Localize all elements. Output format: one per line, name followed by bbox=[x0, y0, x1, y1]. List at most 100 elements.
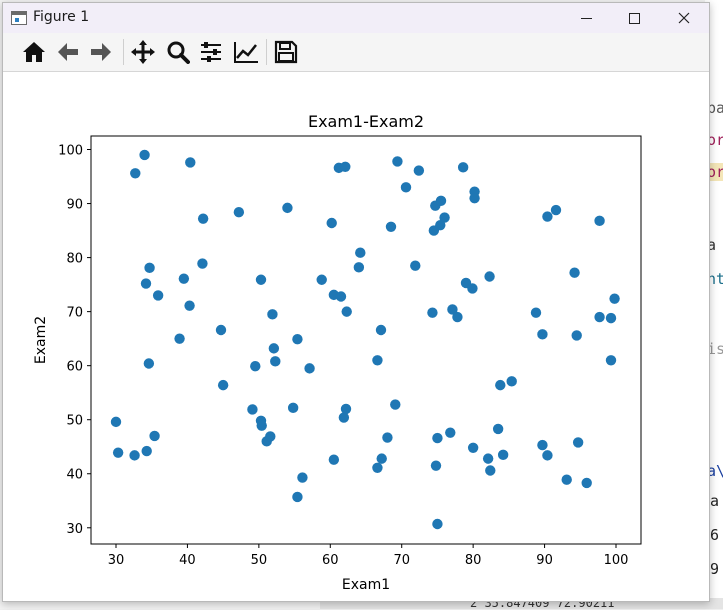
app-window-icon bbox=[11, 11, 27, 25]
scatter-point bbox=[537, 439, 548, 451]
y-axis-label: Exam2 bbox=[33, 316, 49, 364]
chart-title: Exam1-Exam2 bbox=[308, 112, 424, 131]
scatter-point bbox=[341, 306, 352, 317]
scatter-point bbox=[457, 162, 469, 173]
scatter-point bbox=[130, 168, 141, 179]
scatter-point bbox=[482, 453, 494, 464]
zoom-button[interactable] bbox=[163, 37, 193, 67]
scatter-point bbox=[375, 324, 387, 336]
scatter-point bbox=[267, 309, 278, 320]
scatter-point bbox=[467, 283, 478, 294]
maximize-icon bbox=[628, 12, 640, 24]
scatter-point bbox=[287, 402, 299, 414]
edit-axes-button[interactable] bbox=[231, 37, 261, 67]
scatter-point bbox=[297, 472, 308, 483]
scatter-point bbox=[410, 260, 421, 271]
scatter-point bbox=[542, 211, 553, 222]
back-arrow-icon bbox=[58, 43, 78, 61]
back-button[interactable] bbox=[53, 37, 83, 67]
minimize-button[interactable] bbox=[563, 3, 609, 33]
scatter-point bbox=[497, 449, 509, 461]
save-icon bbox=[274, 40, 298, 64]
configure-subplots-button[interactable] bbox=[196, 37, 226, 67]
scatter-point bbox=[184, 300, 195, 311]
scatter-point bbox=[392, 156, 403, 167]
scatter-point bbox=[467, 442, 479, 454]
scatter-point bbox=[485, 465, 496, 476]
scatter-point bbox=[594, 311, 605, 323]
background-code-fragment: 9 bbox=[710, 560, 720, 578]
scatter-point bbox=[256, 420, 267, 431]
scatter-point bbox=[376, 453, 387, 464]
forward-button[interactable] bbox=[86, 37, 116, 67]
scatter-point bbox=[247, 404, 258, 415]
scatter-point bbox=[432, 518, 443, 530]
scatter-point bbox=[435, 195, 447, 207]
scatter-point bbox=[338, 412, 350, 423]
scatter-point bbox=[233, 206, 245, 218]
x-axis: 30 40 50 60 70 80 90 100 bbox=[108, 544, 629, 568]
scatter-point bbox=[452, 311, 463, 323]
scatter-point bbox=[144, 262, 155, 274]
x-tick-label: 40 bbox=[179, 553, 196, 568]
x-tick-label: 80 bbox=[465, 553, 482, 568]
x-tick-label: 50 bbox=[251, 553, 268, 568]
window-title: Figure 1 bbox=[33, 9, 90, 25]
scatter-point bbox=[594, 215, 605, 227]
scatter-point bbox=[129, 450, 140, 461]
maximize-button[interactable] bbox=[611, 3, 657, 33]
pan-button[interactable] bbox=[128, 37, 158, 67]
y-tick-label: 80 bbox=[66, 252, 83, 267]
scatter-point bbox=[282, 202, 293, 214]
scatter-point bbox=[432, 432, 443, 444]
figure-canvas[interactable]: 30 40 50 60 70 80 90 100 30 40 50 60 70 80 90 100 Exam… bbox=[3, 72, 709, 601]
scatter-point bbox=[495, 379, 506, 391]
figure-window: Figure 1 30 40 50 60 70 80 90 100 30 40 … bbox=[2, 2, 710, 602]
x-axis-label: Exam1 bbox=[342, 577, 390, 593]
close-icon bbox=[678, 12, 690, 24]
scatter-chart: 30 40 50 60 70 80 90 100 30 40 50 60 70 80 90 100 Exam… bbox=[33, 112, 642, 593]
scatter-point bbox=[427, 307, 438, 318]
scatter-point bbox=[430, 460, 442, 471]
axes-edit-icon bbox=[234, 42, 258, 63]
scatter-point bbox=[340, 403, 352, 415]
home-button[interactable] bbox=[19, 37, 49, 67]
scatter-point bbox=[178, 273, 190, 284]
subplots-icon bbox=[201, 42, 221, 62]
scatter-point bbox=[217, 379, 229, 391]
pan-icon bbox=[131, 40, 155, 64]
scatter-point bbox=[197, 258, 208, 269]
scatter-point bbox=[316, 274, 327, 285]
y-tick-label: 70 bbox=[66, 306, 83, 321]
scatter-point bbox=[141, 445, 152, 457]
scatter-point bbox=[561, 474, 572, 485]
close-button[interactable] bbox=[661, 3, 707, 33]
scatter-point bbox=[385, 221, 397, 232]
scatter-point bbox=[581, 477, 592, 489]
scatter-point bbox=[143, 358, 155, 369]
scatter-point bbox=[215, 324, 227, 336]
scatter-point bbox=[140, 278, 152, 289]
x-tick-label: 100 bbox=[604, 553, 629, 568]
y-tick-label: 90 bbox=[66, 198, 83, 213]
x-tick-label: 90 bbox=[536, 553, 553, 568]
forward-arrow-icon bbox=[91, 43, 111, 61]
save-button[interactable] bbox=[271, 37, 301, 67]
scatter-point bbox=[390, 399, 401, 410]
scatter-point bbox=[550, 204, 562, 216]
scatter-point bbox=[265, 431, 276, 442]
title-bar[interactable]: Figure 1 bbox=[3, 3, 709, 33]
scatter-point bbox=[571, 330, 582, 341]
scatter-point bbox=[469, 192, 480, 204]
scatter-point bbox=[328, 454, 340, 465]
scatter-point bbox=[268, 343, 280, 354]
y-tick-label: 30 bbox=[66, 522, 83, 537]
scatter-point bbox=[355, 247, 366, 258]
scatter-point bbox=[152, 290, 164, 301]
minimize-icon bbox=[580, 17, 592, 19]
toolbar-separator bbox=[123, 39, 124, 65]
background-code-fragment: 6 bbox=[710, 526, 720, 544]
scatter-point bbox=[326, 217, 337, 229]
scatter-point bbox=[112, 447, 124, 458]
scatter-point bbox=[530, 307, 542, 318]
